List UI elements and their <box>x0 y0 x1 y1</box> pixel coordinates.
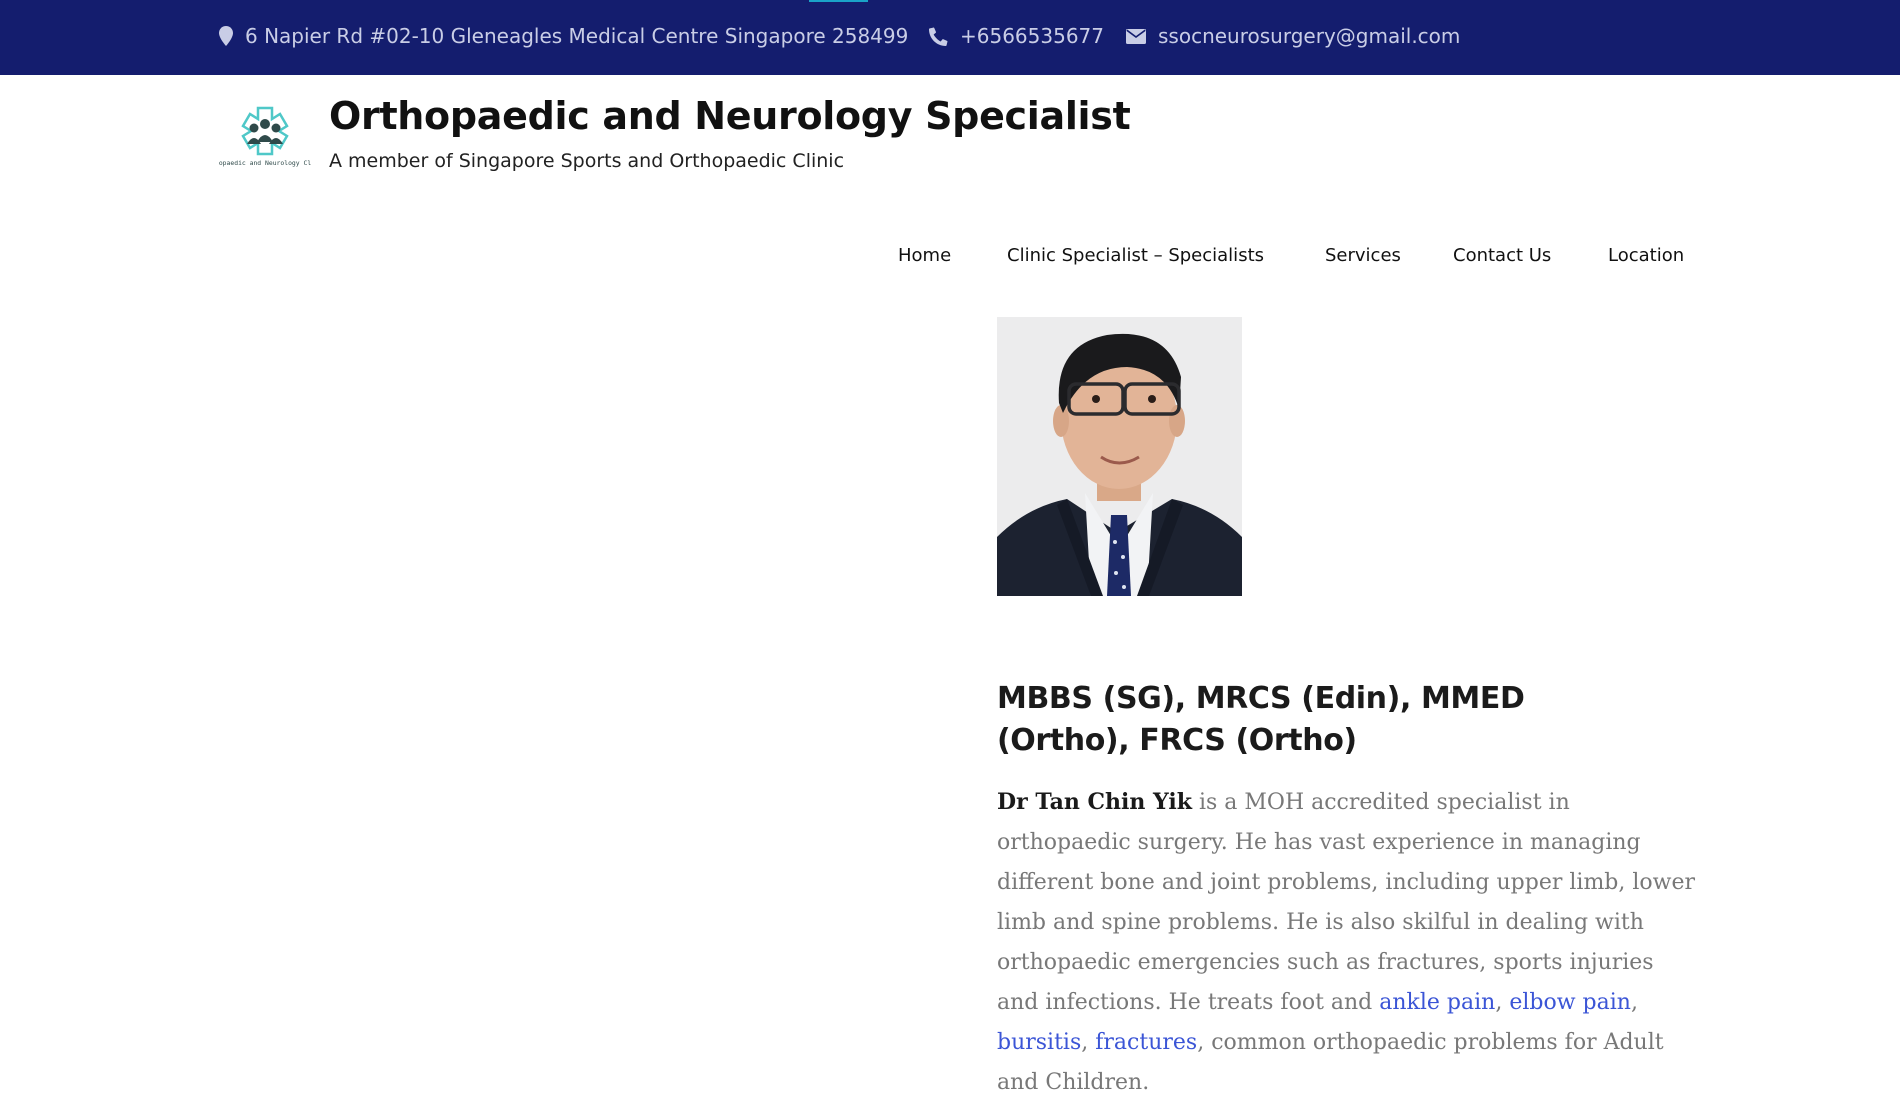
bio-separator: , <box>1630 990 1638 1015</box>
nav-location[interactable]: Location <box>1608 245 1684 266</box>
doctor-portrait-image <box>997 317 1242 596</box>
phone-icon <box>929 27 948 46</box>
doctor-qualifications: MBBS (SG), MRCS (Edin), MMED (Ortho), FR… <box>997 681 1525 758</box>
bio-text-1: is a MOH accredited specialist in orthop… <box>997 790 1696 1015</box>
link-bursitis[interactable]: bursitis <box>997 1030 1081 1055</box>
email-text[interactable]: ssocneurosurgery@gmail.com <box>1158 24 1460 48</box>
address-text: 6 Napier Rd #02-10 Gleneagles Medical Ce… <box>245 24 909 48</box>
top-info-bar: 6 Napier Rd #02-10 Gleneagles Medical Ce… <box>0 0 1900 75</box>
bio-separator: , <box>1495 990 1510 1015</box>
nav-contact-us[interactable]: Contact Us <box>1453 245 1551 266</box>
main-nav: Home Clinic Specialist – Specialists Ser… <box>0 245 1900 273</box>
nav-clinic-specialists[interactable]: Clinic Specialist – Specialists <box>1007 245 1264 266</box>
phone-text[interactable]: +6566535677 <box>960 24 1104 48</box>
email-item[interactable]: ssocneurosurgery@gmail.com <box>1126 24 1460 48</box>
site-tagline: A member of Singapore Sports and Orthopa… <box>329 150 845 172</box>
logo-emblem-icon: Orthopaedic and Neurology Clinic <box>203 106 327 167</box>
phone-item[interactable]: +6566535677 <box>929 24 1104 48</box>
link-fractures[interactable]: fractures <box>1095 1030 1197 1055</box>
logo-text: Orthopaedic and Neurology Clinic <box>219 159 311 167</box>
bio-separator: , <box>1081 1030 1096 1055</box>
address-item: 6 Napier Rd #02-10 Gleneagles Medical Ce… <box>219 24 908 48</box>
link-ankle-pain[interactable]: ankle pain <box>1379 990 1495 1015</box>
nav-services[interactable]: Services <box>1325 245 1401 266</box>
doctor-name: Dr Tan Chin Yik <box>997 789 1192 815</box>
envelope-icon <box>1126 28 1146 44</box>
doctor-photo <box>997 317 1242 596</box>
link-elbow-pain[interactable]: elbow pain <box>1509 990 1631 1015</box>
doctor-bio: Dr Tan Chin Yik is a MOH accredited spec… <box>997 782 1697 1103</box>
map-pin-icon <box>219 26 233 46</box>
nav-home[interactable]: Home <box>898 245 951 266</box>
top-accent-line <box>809 0 868 2</box>
site-title[interactable]: Orthopaedic and Neurology Specialist <box>329 94 1131 138</box>
site-logo[interactable]: Orthopaedic and Neurology Clinic <box>203 102 327 168</box>
